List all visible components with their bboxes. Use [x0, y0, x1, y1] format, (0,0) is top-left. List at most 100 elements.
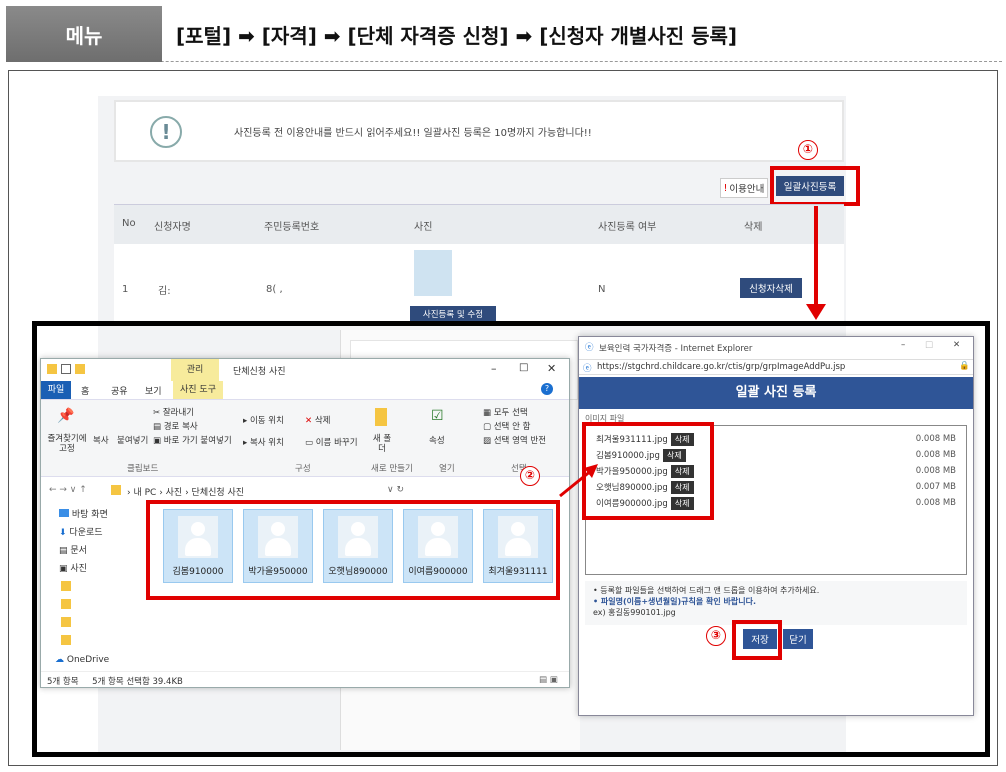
sidebar-item-downloads[interactable]: ⬇ 다운로드 — [59, 525, 103, 538]
view-toggle-icon[interactable]: ▤ ▣ — [539, 675, 558, 685]
guide-button[interactable]: ! 이용안내 — [720, 178, 768, 198]
note-line: • 등록할 파일들을 선택하여 드래그 앤 드롭을 이용하여 추가하세요. — [593, 586, 820, 595]
step2-marker: ② — [520, 466, 540, 486]
nav-arrows[interactable]: ← → ∨ ↑ — [49, 485, 87, 495]
close-icon[interactable]: ✕ — [547, 362, 556, 375]
address-crumb-photos[interactable]: 사진 — [166, 488, 183, 498]
maximize-icon[interactable]: □ — [925, 340, 933, 350]
folder-icon[interactable] — [61, 599, 71, 609]
help-icon[interactable]: ? — [541, 383, 553, 395]
ie-url-text: https://stgchrd.childcare.go.kr/ctis/grp… — [597, 362, 846, 372]
col-registered: 사진등록 여부 — [598, 222, 657, 233]
select-none-label: 선택 안 함 — [493, 422, 531, 432]
copy-path-button[interactable]: ▤ 경로 복사 — [153, 420, 198, 432]
col-photo: 사진 — [414, 222, 433, 233]
ie-icon: ⓔ — [583, 364, 592, 374]
sidebar-label: OneDrive — [66, 655, 110, 665]
paste-button[interactable]: 붙여넣기 — [117, 434, 148, 446]
ie-icon: ⓔ — [585, 343, 594, 353]
sidebar-item-desktop[interactable]: 바탕 화면 — [59, 507, 108, 520]
folder-icon — [47, 364, 57, 374]
cut-label: 잘라내기 — [162, 408, 195, 418]
pin-icon[interactable]: 📌 — [57, 408, 74, 424]
photo-register-button[interactable]: 사진등록 및 수정 — [410, 306, 496, 322]
picture-icon: ▣ — [59, 564, 68, 574]
check-icon[interactable] — [61, 364, 71, 374]
sidebar-label: 바탕 화면 — [71, 510, 108, 520]
highlight-step1 — [770, 166, 860, 206]
upload-notes: • 등록할 파일들을 선택하여 드래그 앤 드롭을 이용하여 추가하세요. • … — [585, 581, 967, 625]
properties-button[interactable]: 속성 — [429, 434, 445, 446]
select-none-button[interactable]: ▢ 선택 안 함 — [483, 420, 530, 432]
ie-titlebar: ⓔ 보육인력 국가자격증 - Internet Explorer – □ ✕ — [579, 337, 973, 357]
delete-button[interactable]: ✕ 삭제 — [305, 414, 330, 426]
col-name: 신청자명 — [154, 222, 191, 233]
folder-icon[interactable] — [61, 581, 71, 591]
paste-shortcut-button[interactable]: ▣ 바로 가기 붙여넣기 — [153, 434, 232, 446]
sidebar-item-onedrive[interactable]: ☁ OneDrive — [55, 655, 109, 665]
rename-button[interactable]: ▭ 이름 바꾸기 — [305, 436, 358, 448]
delete-label: 삭제 — [314, 416, 331, 426]
pin-button[interactable]: 즐겨찾기에 고정 — [43, 434, 91, 454]
table-row: 1 김: 8( , 사진등록 및 수정 N 신청자삭제 — [114, 244, 844, 324]
arrow-head-step1 — [806, 304, 826, 320]
address-crumb-pc[interactable]: 내 PC — [133, 488, 156, 498]
close-icon[interactable]: ✕ — [953, 340, 960, 350]
tab-manage[interactable]: 관리 — [171, 359, 219, 381]
folder-icon — [111, 485, 121, 495]
download-icon: ⬇ — [59, 528, 67, 538]
organize-group: 구성 — [295, 464, 311, 474]
sidebar-label: 문서 — [70, 546, 87, 556]
folder-icon[interactable] — [61, 635, 71, 645]
move-to-button[interactable]: ▸ 이동 위치 — [243, 414, 284, 426]
folder-icon[interactable] — [61, 617, 71, 627]
note-line: • 파일명(이름+생년월일)규칙을 확인 바랍니다. — [593, 597, 757, 606]
minimize-icon[interactable]: – — [901, 340, 905, 350]
invert-select-label: 선택 영역 반전 — [493, 436, 547, 446]
tab-home[interactable]: 홈 — [81, 384, 89, 397]
exclamation-icon: ! — [150, 116, 182, 148]
address-crumb-folder[interactable]: 단체신청 사진 — [192, 488, 245, 498]
delete-icon: ✕ — [305, 416, 313, 426]
new-group: 새로 만들기 — [371, 464, 413, 474]
select-all-button[interactable]: ▦ 모두 선택 — [483, 406, 528, 418]
delete-applicant-button[interactable]: 신청자삭제 — [740, 278, 802, 298]
table-header: No 신청자명 주민등록번호 사진 사진등록 여부 삭제 — [114, 204, 844, 244]
copy-to-button[interactable]: ▸ 복사 위치 — [243, 436, 284, 448]
tab-photo-tools[interactable]: 사진 도구 — [173, 381, 223, 399]
photo-thumbnail — [414, 250, 452, 296]
tab-view[interactable]: 보기 — [145, 384, 162, 397]
open-group: 열기 — [439, 464, 455, 474]
highlight-step3 — [732, 620, 782, 660]
sidebar-item-documents[interactable]: ▤ 문서 — [59, 543, 87, 556]
arrow-step2 — [559, 464, 598, 498]
copy-to-label: 복사 위치 — [249, 438, 284, 448]
sidebar-item-pictures[interactable]: ▣ 사진 — [59, 561, 87, 574]
cut-button[interactable]: ✂ 잘라내기 — [153, 406, 194, 418]
tab-file[interactable]: 파일 — [41, 381, 71, 399]
info-icon: ! — [723, 182, 728, 194]
ie-address-bar[interactable]: ⓔ https://stgchrd.childcare.go.kr/ctis/g… — [579, 359, 973, 375]
invert-select-button[interactable]: ▨ 선택 영역 반전 — [483, 434, 546, 446]
minimize-icon[interactable]: – — [491, 362, 497, 375]
col-delete: 삭제 — [744, 222, 763, 233]
address-path: › 내 PC › 사진 › 단체신청 사진 — [127, 488, 245, 498]
ribbon-tabs: 파일 홈 공유 보기 사진 도구 ? — [41, 381, 569, 399]
copy-path-label: 경로 복사 — [163, 422, 198, 432]
document-icon: ▤ — [59, 546, 68, 556]
select-all-label: 모두 선택 — [493, 408, 528, 418]
note-line: ex) 홍길동990101.jpg — [593, 608, 676, 617]
move-to-label: 이동 위치 — [249, 416, 284, 426]
guide-button-label: 이용안내 — [729, 184, 765, 195]
step1-marker: ① — [798, 140, 818, 160]
explorer-window-title: 단체신청 사진 — [233, 367, 286, 377]
close-button[interactable]: 닫기 — [783, 629, 813, 649]
new-folder-icon — [375, 408, 387, 426]
new-folder-button[interactable]: 새 폴더 — [371, 434, 393, 454]
folder-icon — [75, 364, 85, 374]
tab-share[interactable]: 공유 — [111, 384, 128, 397]
copy-button[interactable]: 복사 — [93, 434, 109, 446]
maximize-icon[interactable]: □ — [519, 362, 528, 373]
refresh-icon[interactable]: ∨ ↻ — [387, 485, 404, 495]
upload-file-size: 0.008 MB — [915, 434, 956, 444]
